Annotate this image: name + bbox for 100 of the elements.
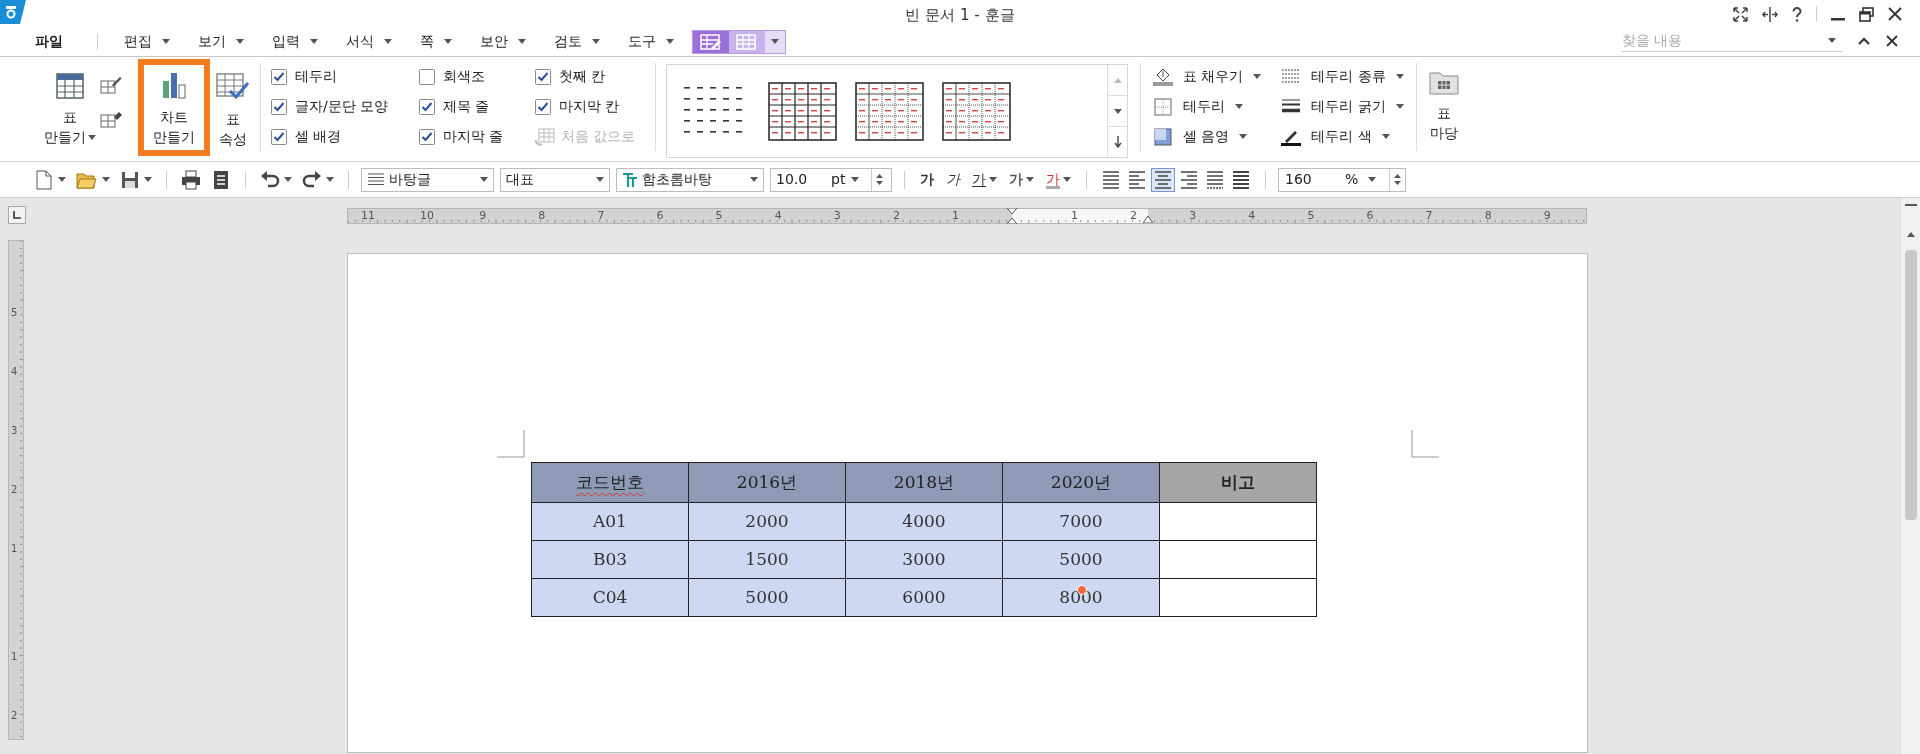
folder-table-icon — [1428, 69, 1459, 95]
checkbox-option[interactable]: 회색조 — [419, 65, 527, 88]
checkbox-option[interactable]: 마지막 칸 — [535, 95, 645, 118]
table-style-thumbnail[interactable] — [942, 81, 1011, 141]
ruler-number: 2 — [11, 484, 18, 495]
chevron-up-icon — [1907, 232, 1915, 237]
ruler-number: 1 — [952, 210, 959, 222]
checkbox-option[interactable]: 테두리 — [271, 65, 411, 88]
checkbox-option[interactable]: 제목 줄 — [419, 95, 527, 118]
collapse-ribbon-icon[interactable] — [1858, 37, 1870, 45]
checkbox-option[interactable]: 글자/문단 모양 — [271, 95, 411, 118]
menu-item[interactable]: 검토 — [540, 29, 614, 54]
ruler-number: 1 — [11, 651, 18, 662]
table-gallery-button[interactable]: 표 마당 — [1428, 57, 1459, 143]
menu-item[interactable]: 도구 — [614, 29, 688, 54]
ruler-number: 2 — [11, 710, 18, 721]
menu-item[interactable]: 편집 — [110, 29, 184, 54]
spin-down-icon — [876, 181, 883, 185]
caret-icon — [236, 39, 244, 44]
paragraph-style-dropdown[interactable]: 바탕글 — [361, 167, 494, 192]
file-menu[interactable]: 파일 — [33, 31, 65, 52]
italic-button[interactable]: 가 — [943, 166, 963, 193]
checkbox-option[interactable]: 첫째 칸 — [535, 65, 645, 88]
font-dropdown[interactable]: 함초롬바탕 — [616, 167, 764, 192]
caret-icon — [518, 39, 526, 44]
format-dropdown[interactable]: 표 채우기 — [1153, 65, 1262, 88]
ruler-number: 4 — [774, 210, 782, 222]
table-pen-icon — [699, 31, 723, 52]
outline-dropdown[interactable]: 대표 — [500, 167, 610, 192]
indent-marker-icon — [1007, 208, 1017, 224]
paint-bucket-icon — [1153, 66, 1173, 87]
align-divide-icon — [1232, 169, 1250, 190]
paragraph-icon — [367, 172, 385, 187]
caret-icon — [310, 39, 318, 44]
caret-icon — [1395, 104, 1404, 109]
strike-button[interactable]: 가 — [1006, 166, 1037, 193]
save-icon — [120, 169, 140, 190]
undo-icon — [260, 169, 280, 190]
caret-icon — [326, 177, 334, 182]
table-design-tab[interactable] — [693, 30, 729, 53]
table-cell: 8000 — [1002, 578, 1160, 617]
ruler-number: 5 — [1307, 210, 1315, 222]
chevron-up-icon — [1113, 77, 1122, 83]
caret-icon — [1395, 74, 1404, 79]
help-icon[interactable] — [1792, 6, 1802, 22]
table-header-cell: 2016년 — [688, 462, 846, 503]
format-dropdown[interactable]: 테두리 종류 — [1281, 65, 1404, 88]
close-icon[interactable] — [1886, 35, 1898, 47]
font-size-field[interactable]: 10.0 pt — [770, 167, 892, 192]
table-style-thumbnail[interactable] — [768, 81, 837, 141]
search-field[interactable]: 찾을 내용 — [1622, 30, 1812, 51]
format-dropdown[interactable]: 테두리 색 — [1281, 125, 1404, 148]
split-icon[interactable] — [1762, 6, 1778, 22]
table-draw-icon[interactable] — [100, 75, 122, 95]
table-cell: C04 — [531, 578, 689, 617]
format-dropdown[interactable]: 테두리 — [1153, 95, 1262, 118]
window-title: 빈 문서 1 - 훈글 — [904, 5, 1016, 26]
menu-item[interactable]: 입력 — [258, 29, 332, 54]
checkbox-option[interactable]: 셀 배경 — [271, 125, 411, 148]
restore-icon[interactable] — [1859, 6, 1874, 22]
checkbox-option[interactable]: 마지막 줄 — [419, 125, 527, 148]
menu-item[interactable]: 보안 — [466, 29, 540, 54]
fullscreen-icon[interactable] — [1733, 6, 1748, 22]
menu-item[interactable]: 보기 — [184, 29, 258, 54]
menu-item[interactable]: 서식 — [332, 29, 406, 54]
vertical-ruler[interactable]: 5 4 3 2 1 1 2 — [8, 240, 24, 740]
caret-icon — [1381, 134, 1390, 139]
align-right-icon — [1180, 169, 1198, 190]
zoom-field[interactable]: 160 % — [1278, 167, 1406, 192]
font-type-icon — [622, 171, 638, 188]
right-indent-marker-icon — [1143, 215, 1153, 223]
close-icon[interactable] — [1888, 7, 1902, 21]
vertical-scrollbar[interactable] — [1900, 198, 1920, 754]
format-dropdown[interactable]: 테두리 굵기 — [1281, 95, 1404, 118]
table-cell: B03 — [531, 540, 689, 579]
table-properties-button[interactable]: 표 속성 — [216, 63, 250, 149]
make-table-button[interactable]: 표 만들기 — [44, 63, 96, 147]
make-chart-button[interactable]: 차트 만들기 — [138, 59, 210, 156]
ruler-number: 6 — [1366, 210, 1374, 222]
tab-type-button[interactable] — [8, 206, 26, 224]
caret-icon — [58, 177, 66, 182]
align-center-button[interactable] — [1151, 167, 1175, 192]
color-button[interactable]: 가 — [1043, 166, 1074, 193]
table-cell: 1500 — [688, 540, 846, 579]
table-erase-icon[interactable] — [100, 109, 122, 129]
caret-icon — [444, 39, 452, 44]
menu-item[interactable]: 쪽 — [406, 29, 466, 54]
caret-icon — [88, 134, 96, 140]
underline-button[interactable]: 가 — [969, 166, 1000, 193]
horizontal-ruler[interactable]: 11 10 9 8 7 6 5 4 3 2 1 1 2 3 4 5 6 7 8 9 — [347, 208, 1587, 224]
redo-icon — [302, 169, 322, 190]
bold-button[interactable]: 가 — [917, 166, 937, 193]
caret-icon — [750, 177, 758, 182]
caret-icon — [1368, 177, 1377, 182]
table-style-thumbnail[interactable] — [855, 81, 924, 141]
ruler-number: 2 — [1130, 210, 1138, 222]
ruler-number: 8 — [538, 210, 546, 222]
crop-mark-icon — [1411, 430, 1439, 458]
scroll-thumb[interactable] — [1905, 250, 1917, 520]
format-dropdown[interactable]: 셀 음영 — [1153, 125, 1262, 148]
